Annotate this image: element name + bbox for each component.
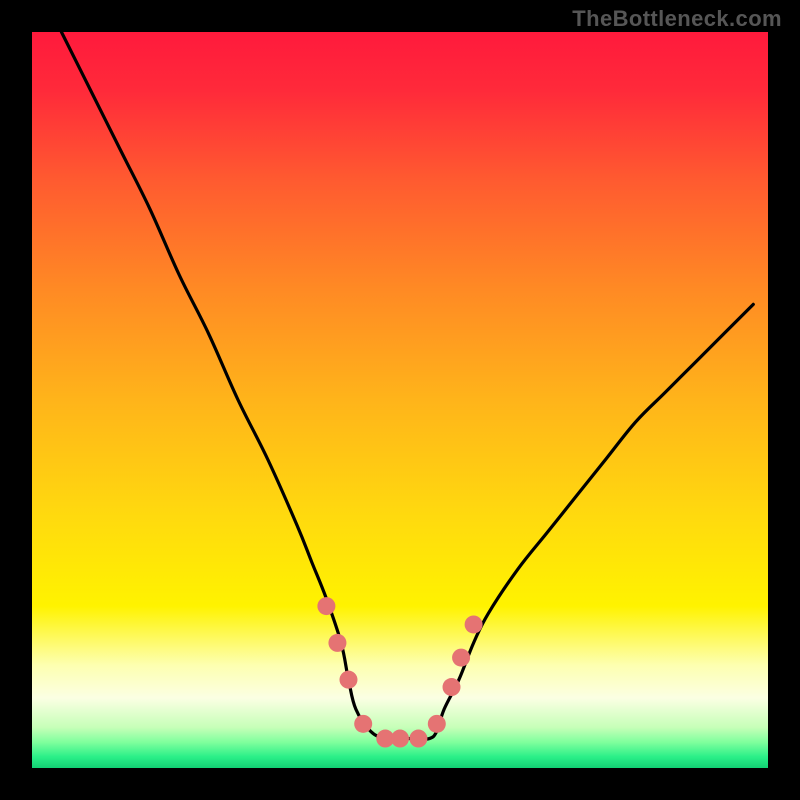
marker-dot	[452, 649, 470, 667]
watermark-text: TheBottleneck.com	[572, 6, 782, 32]
border	[0, 768, 800, 800]
marker-dot	[354, 715, 372, 733]
marker-dot	[391, 730, 409, 748]
marker-dot	[428, 715, 446, 733]
border	[768, 0, 800, 800]
chart-frame: TheBottleneck.com	[0, 0, 800, 800]
marker-dot	[339, 671, 357, 689]
marker-dot	[465, 615, 483, 633]
bottleneck-chart	[0, 0, 800, 800]
marker-dot	[409, 730, 427, 748]
border	[0, 0, 32, 800]
marker-dot	[443, 678, 461, 696]
marker-dot	[317, 597, 335, 615]
marker-dot	[328, 634, 346, 652]
